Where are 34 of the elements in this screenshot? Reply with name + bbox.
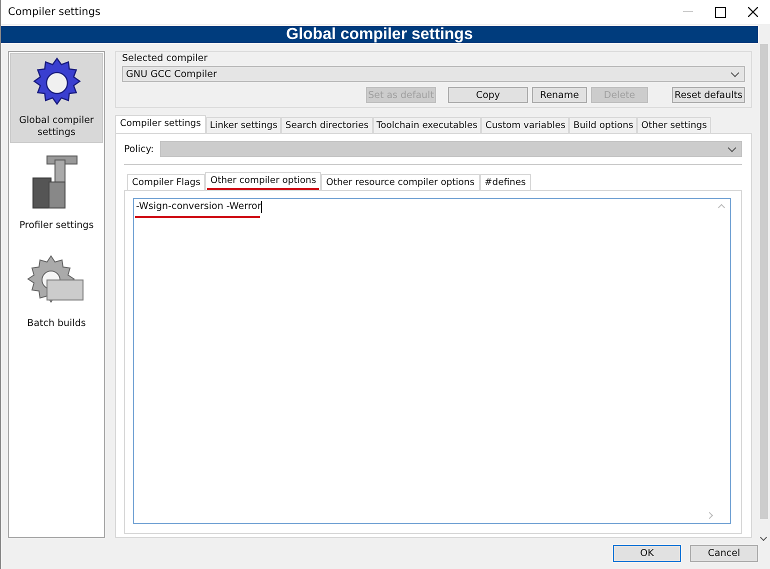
header-banner: Global compiler settings [1, 26, 758, 43]
close-icon[interactable] [748, 7, 758, 17]
compiler-dropdown[interactable]: GNU GCC Compiler [122, 66, 745, 82]
tab[interactable]: Toolchain executables [372, 117, 482, 133]
policy-label: Policy: [124, 144, 154, 154]
sidebar-item[interactable]: Global compiler settings [10, 53, 103, 143]
tab[interactable]: #defines [480, 174, 531, 190]
dialog-button[interactable]: Cancel [690, 545, 758, 562]
group-label: Selected compiler [122, 53, 209, 66]
text-area[interactable]: -Wsign-conversion -Werror [133, 198, 731, 524]
tab[interactable]: Compiler settings [115, 115, 206, 133]
gear-block-icon [26, 255, 83, 303]
compiler-action-button[interactable]: Copy [448, 87, 528, 103]
text-cursor [261, 201, 262, 213]
scroll-thumb[interactable] [760, 44, 768, 519]
maximize-icon[interactable] [715, 6, 726, 18]
compiler-action-button[interactable]: Rename [532, 87, 587, 103]
sidebar-item[interactable]: Profiler settings [10, 151, 103, 241]
gear-icon [32, 57, 80, 106]
caliper-icon [32, 156, 77, 208]
tab[interactable]: Other compiler options [205, 172, 322, 190]
window-title: Compiler settings [8, 6, 100, 18]
tab[interactable]: Build options [569, 117, 638, 133]
tab[interactable]: Other settings [637, 117, 711, 133]
dialog-button[interactable]: OK [613, 545, 681, 562]
tab[interactable]: Other resource compiler options [321, 174, 480, 190]
tab[interactable]: Compiler Flags [127, 174, 206, 190]
tab[interactable]: Custom variables [481, 117, 570, 133]
compiler-action-button[interactable]: Reset defaults [672, 87, 745, 103]
scrollbar[interactable] [758, 44, 770, 542]
tab[interactable]: Search directories [281, 117, 373, 133]
tab[interactable]: Linker settings [206, 117, 282, 133]
minimize-icon[interactable] [683, 11, 693, 13]
sidebar-item[interactable]: Batch builds [10, 249, 103, 339]
